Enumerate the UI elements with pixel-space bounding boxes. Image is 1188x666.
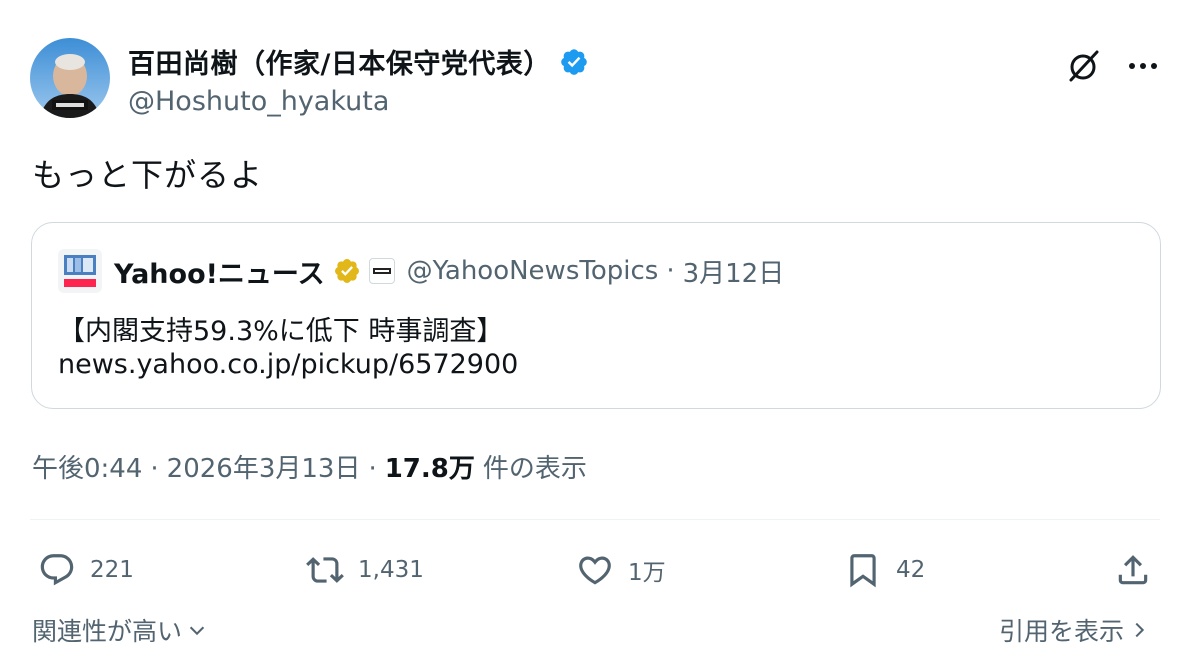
views-count: 17.8万 xyxy=(384,454,475,484)
tweet-header: 百田尚樹（作家/日本保守党代表） @Hoshuto_hyakuta xyxy=(30,38,1160,120)
quoted-date[interactable]: 3月12日 xyxy=(683,253,785,290)
author-avatar[interactable] xyxy=(30,38,110,118)
chevron-right-icon xyxy=(1135,622,1145,638)
author-handle[interactable]: @Hoshuto_hyakuta xyxy=(128,86,389,117)
quoted-author-row: Yahoo!ニュース @YahooNewsTopics · 3月12日 xyxy=(58,249,784,293)
reply-count: 221 xyxy=(90,557,134,583)
like-count: 1万 xyxy=(628,560,666,586)
header-actions xyxy=(1064,46,1160,86)
tweet-text: もっと下がるよ xyxy=(32,156,264,194)
meta-separator-2: · xyxy=(368,454,377,484)
bookmark-icon xyxy=(850,554,876,588)
action-bar: 221 1,431 1万 42 xyxy=(30,545,1160,595)
retweet-icon xyxy=(306,557,344,583)
reply-button[interactable]: 221 xyxy=(38,545,134,595)
bookmark-count: 42 xyxy=(896,557,926,583)
meta-separator: · xyxy=(150,454,159,484)
views-label: 件の表示 xyxy=(482,454,587,484)
sort-dropdown[interactable]: 関連性が高い xyxy=(32,612,208,648)
view-quotes-link[interactable]: 引用を表示 xyxy=(999,612,1150,648)
author-display-name[interactable]: 百田尚樹（作家/日本保守党代表） xyxy=(128,42,551,81)
sort-label: 関連性が高い xyxy=(32,617,183,646)
quoted-display-name[interactable]: Yahoo!ニュース xyxy=(114,252,325,291)
quoted-link[interactable]: news.yahoo.co.jp/pickup/6572900 xyxy=(58,349,518,380)
verified-badge-icon[interactable] xyxy=(559,47,589,77)
more-icon[interactable] xyxy=(1126,49,1160,83)
author-name-row: 百田尚樹（作家/日本保守党代表） xyxy=(128,42,589,81)
chevron-down-icon xyxy=(189,626,205,636)
retweet-button[interactable]: 1,431 xyxy=(306,545,424,595)
tweet-date[interactable]: 2026年3月13日 xyxy=(167,448,361,485)
quoted-tweet-card[interactable]: Yahoo!ニュース @YahooNewsTopics · 3月12日 【内閣支… xyxy=(31,222,1161,409)
retweet-count: 1,431 xyxy=(358,557,424,583)
bookmark-button[interactable]: 42 xyxy=(844,545,925,595)
grok-icon[interactable] xyxy=(1064,46,1104,86)
reply-icon xyxy=(40,554,74,586)
share-button[interactable] xyxy=(1114,545,1152,595)
quoted-handle[interactable]: @YahooNewsTopics xyxy=(407,256,659,286)
replies-footer: 関連性が高い 引用を表示 xyxy=(30,612,1160,652)
quoted-title: 【内閣支持59.3%に低下 時事調査】 xyxy=(58,316,504,347)
tweet-time[interactable]: 午後0:44 xyxy=(32,448,142,485)
view-quotes-label: 引用を表示 xyxy=(998,617,1124,646)
quoted-separator: · xyxy=(666,256,675,286)
tweet-meta: 午後0:44 · 2026年3月13日 · 17.8万 件の表示 xyxy=(32,448,587,485)
quoted-avatar[interactable] xyxy=(58,249,102,293)
affiliate-badge-icon[interactable] xyxy=(368,258,395,284)
divider xyxy=(30,519,1160,520)
like-button[interactable]: 1万 xyxy=(576,545,666,595)
gold-verified-badge-icon[interactable] xyxy=(333,257,361,285)
heart-icon xyxy=(579,556,611,585)
share-icon xyxy=(1118,555,1148,585)
